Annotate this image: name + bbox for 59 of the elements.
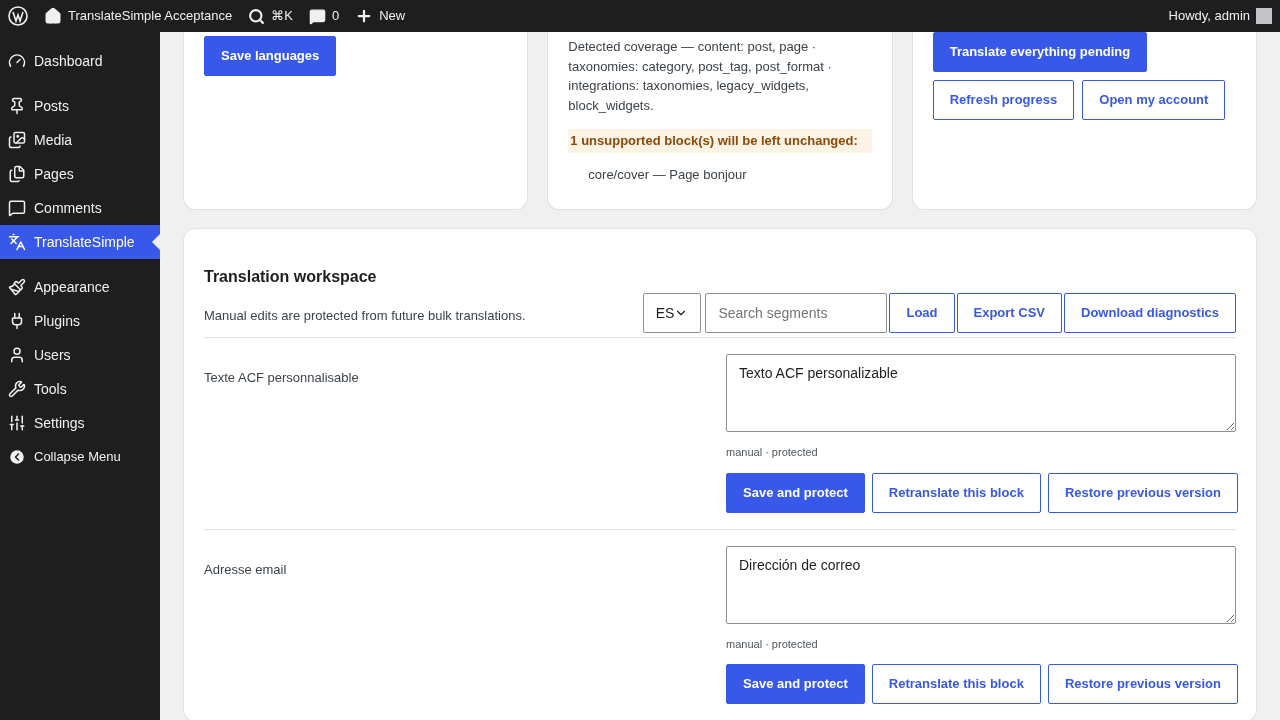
translation-field[interactable]: Dirección de correo <box>726 545 1236 624</box>
pin-icon <box>8 97 26 115</box>
source-text: Texte ACF personnalisable <box>204 369 360 387</box>
button[interactable]: Save and protect <box>726 472 865 513</box>
sidebar-item[interactable]: Posts <box>0 89 160 123</box>
sidebar-item[interactable]: Settings <box>0 406 160 440</box>
brush-icon <box>8 278 26 296</box>
button[interactable]: Download diagnostics <box>1064 293 1236 333</box>
button[interactable]: Retranslate this block <box>871 472 1041 513</box>
sidebar-item[interactable]: Tools <box>0 372 160 406</box>
translate-icon <box>8 233 26 251</box>
sidebar-item[interactable]: TranslateSimple <box>0 225 160 259</box>
images-icon <box>8 131 26 149</box>
button[interactable]: Retranslate this block <box>871 664 1041 704</box>
search-field[interactable]: Search segments <box>705 293 888 333</box>
dashboard-icon <box>8 52 26 70</box>
comment-icon <box>8 199 26 217</box>
button[interactable]: Refresh progress <box>932 80 1075 120</box>
sidebar-item[interactable]: Appearance <box>0 270 160 304</box>
button[interactable]: Translate everything pending <box>932 32 1148 72</box>
button[interactable]: Restore previous version <box>1047 664 1238 704</box>
status-meta: manual · protected <box>726 636 819 652</box>
sidebar-item[interactable]: Users <box>0 338 160 372</box>
sidebar-item[interactable]: Collapse Menu <box>0 440 160 474</box>
coverage-text: Detected coverage — content: post, page · taxonomies: category, post_tag, post_format · integrations: taxonomies, legacy_widgets, block_widgets. <box>568 38 833 115</box>
sidebar-item[interactable]: Plugins <box>0 304 160 338</box>
collapse-icon <box>8 448 26 466</box>
sliders-icon <box>8 414 26 432</box>
workspace-title: Translation workspace <box>204 267 378 287</box>
new-link[interactable]: New <box>379 6 406 26</box>
sidebar-item[interactable]: Media <box>0 123 160 157</box>
language-select[interactable]: ES <box>642 293 702 333</box>
user-icon <box>8 346 26 364</box>
wordpress-logo-icon[interactable] <box>8 6 28 26</box>
button[interactable]: Load <box>889 293 955 333</box>
button[interactable]: Restore previous version <box>1047 472 1238 513</box>
pages-icon <box>8 165 26 183</box>
sidebar-item[interactable]: Pages <box>0 157 160 191</box>
comments-count[interactable]: 0 <box>331 6 340 26</box>
source-text: Adresse email <box>204 560 288 579</box>
site-title[interactable]: TranslateSimple Acceptance <box>68 6 233 26</box>
button[interactable]: Export CSV <box>956 293 1063 333</box>
search-icon <box>248 7 266 25</box>
comment-icon <box>308 7 326 25</box>
sidebar-item[interactable]: Comments <box>0 191 160 225</box>
unsupported-block-label: core/cover — Page bonjour <box>587 165 748 184</box>
sidebar-item[interactable]: Dashboard <box>0 44 160 78</box>
greeting[interactable]: Howdy, admin <box>1168 6 1250 26</box>
description: Manual edits are protected from future bulk translations. <box>204 306 526 325</box>
search-shortcut[interactable]: ⌘K <box>271 6 293 26</box>
button[interactable]: Save and protect <box>726 664 865 704</box>
button[interactable]: Save languages <box>204 36 337 76</box>
warning-text: 1 unsupported block(s) will be left unchanged: <box>568 129 872 153</box>
wrench-icon <box>8 380 26 398</box>
translation-field[interactable]: Texto ACF personalizable <box>726 354 1236 432</box>
home-icon <box>44 7 62 25</box>
button[interactable]: Open my account <box>1082 80 1226 120</box>
current-pointer <box>152 234 160 250</box>
status-meta: manual · protected <box>726 445 819 460</box>
